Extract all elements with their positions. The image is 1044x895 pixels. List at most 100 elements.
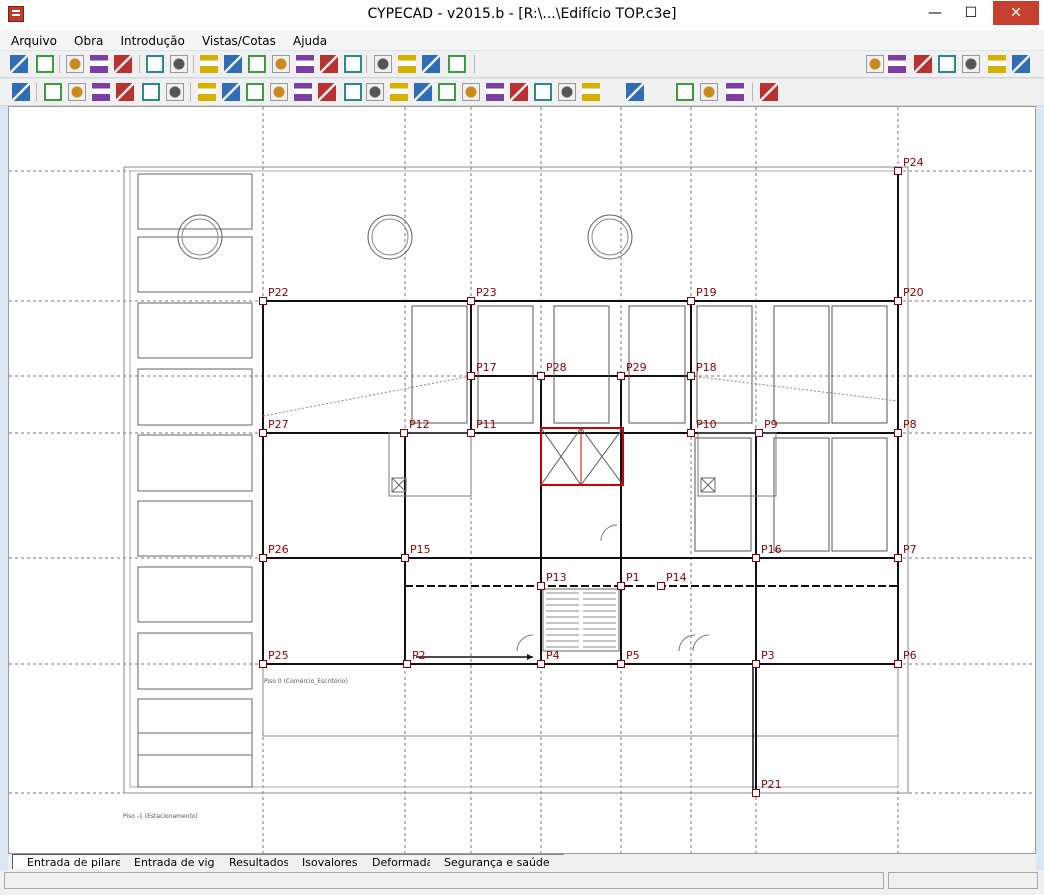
- floor-minus1-inner-outline: [129, 170, 899, 788]
- redo-icon[interactable]: [170, 55, 188, 73]
- column-p22[interactable]: [259, 297, 267, 305]
- pan-icon[interactable]: [320, 55, 338, 73]
- binoculars-icon[interactable]: [374, 55, 392, 73]
- help-icon[interactable]: [866, 55, 884, 73]
- sections-icon[interactable]: [726, 83, 744, 101]
- menu-ajuda[interactable]: Ajuda: [287, 31, 333, 48]
- column-p28[interactable]: [537, 372, 545, 380]
- column-p12[interactable]: [400, 429, 408, 437]
- column-data-icon[interactable]: [92, 83, 110, 101]
- column-p7[interactable]: [894, 554, 902, 562]
- adjust-icon[interactable]: [318, 83, 336, 101]
- column-p15[interactable]: [401, 554, 409, 562]
- measure-icon[interactable]: [448, 55, 466, 73]
- formula-icon[interactable]: [582, 83, 600, 101]
- column-p18[interactable]: [687, 372, 695, 380]
- add-wall-icon[interactable]: [222, 83, 240, 101]
- column-p3[interactable]: [752, 660, 760, 668]
- column-p5[interactable]: [617, 660, 625, 668]
- settings-icon[interactable]: [988, 55, 1006, 73]
- joint-icon[interactable]: [534, 83, 552, 101]
- save-icon[interactable]: [36, 55, 54, 73]
- move-column-icon[interactable]: [166, 83, 184, 101]
- column-p6[interactable]: [894, 660, 902, 668]
- column-p8[interactable]: [894, 429, 902, 437]
- column-p13[interactable]: [537, 582, 545, 590]
- foundation-icon[interactable]: [486, 83, 504, 101]
- view-3d-icon[interactable]: [344, 55, 362, 73]
- angle-icon[interactable]: [390, 83, 408, 101]
- search-icon[interactable]: [414, 83, 432, 101]
- edit-column-icon[interactable]: [68, 83, 86, 101]
- axis-icon[interactable]: [398, 55, 416, 73]
- print-icon[interactable]: [914, 55, 932, 73]
- floor-icon[interactable]: [700, 83, 718, 101]
- column-p1[interactable]: [617, 582, 625, 590]
- redraw-icon[interactable]: [272, 55, 290, 73]
- table-icon[interactable]: [90, 55, 108, 73]
- menu-vistas-cotas[interactable]: Vistas/Cotas: [196, 31, 282, 48]
- load-icon[interactable]: [558, 83, 576, 101]
- zoom-dynamic-icon[interactable]: [296, 55, 314, 73]
- parking-bay: [137, 368, 253, 426]
- zoom-extents-icon[interactable]: [248, 55, 266, 73]
- globe-icon[interactable]: [888, 55, 906, 73]
- column-p24[interactable]: [894, 167, 902, 175]
- menu-arquivo[interactable]: Arquivo: [5, 31, 63, 48]
- exit-icon[interactable]: [1012, 55, 1030, 73]
- undo-icon[interactable]: [146, 55, 164, 73]
- column-p21[interactable]: [752, 789, 760, 797]
- column-p25[interactable]: [259, 660, 267, 668]
- column-label-p13: P13: [546, 571, 567, 584]
- column-end-icon[interactable]: [142, 83, 160, 101]
- report-icon[interactable]: [66, 55, 84, 73]
- export-icon[interactable]: [938, 55, 956, 73]
- column-label-p24: P24: [903, 156, 924, 169]
- menu-introducao[interactable]: Introdução: [114, 31, 190, 48]
- column-p27[interactable]: [259, 429, 267, 437]
- select-icon[interactable]: [200, 55, 218, 73]
- floor-plan[interactable]: Piso 0 (Comércio_Escritório) Piso -1 (Est…: [9, 107, 1036, 854]
- toolbar-separator: [193, 55, 194, 73]
- column-p29[interactable]: [617, 372, 625, 380]
- menu-obra[interactable]: Obra: [68, 31, 109, 48]
- grey-icon[interactable]: [626, 83, 644, 101]
- column-p10[interactable]: [687, 429, 695, 437]
- close-button[interactable]: ✕: [993, 1, 1039, 25]
- add-beam-icon[interactable]: [246, 83, 264, 101]
- drawing-canvas[interactable]: Piso 0 (Comércio_Escritório) Piso -1 (Est…: [8, 106, 1036, 854]
- column-p11[interactable]: [467, 429, 475, 437]
- raise-column-icon[interactable]: [198, 83, 216, 101]
- column-p17[interactable]: [467, 372, 475, 380]
- import-icon[interactable]: [962, 55, 980, 73]
- column-p14[interactable]: [657, 582, 665, 590]
- edit-beam-icon[interactable]: [270, 83, 288, 101]
- column-p2[interactable]: [403, 660, 411, 668]
- columns-list-icon[interactable]: [12, 83, 30, 101]
- level-icon[interactable]: [422, 55, 440, 73]
- delete-column-icon[interactable]: [294, 83, 312, 101]
- parking-bay: [137, 566, 253, 623]
- column-p19[interactable]: [687, 297, 695, 305]
- reference-icon[interactable]: [438, 83, 456, 101]
- column-p4[interactable]: [537, 660, 545, 668]
- add-column-icon[interactable]: [44, 83, 62, 101]
- report-columns-icon[interactable]: [676, 83, 694, 101]
- tab-seguranca-e-saude[interactable]: Segurança e saúde: [430, 854, 564, 869]
- stairs-icon[interactable]: [760, 83, 778, 101]
- rotate-icon[interactable]: [366, 83, 384, 101]
- magnet-icon[interactable]: [114, 55, 132, 73]
- column-p26[interactable]: [259, 554, 267, 562]
- open-folder-icon[interactable]: [10, 55, 28, 73]
- zoom-window-icon[interactable]: [224, 55, 242, 73]
- column-p23[interactable]: [467, 297, 475, 305]
- maximize-button[interactable]: ☐: [954, 1, 988, 25]
- support-icon[interactable]: [462, 83, 480, 101]
- column-start-icon[interactable]: [116, 83, 134, 101]
- column-p20[interactable]: [894, 297, 902, 305]
- copy-icon[interactable]: [344, 83, 362, 101]
- split-icon[interactable]: [510, 83, 528, 101]
- column-p9[interactable]: [755, 429, 763, 437]
- minimize-button[interactable]: —: [918, 1, 952, 25]
- column-p16[interactable]: [752, 554, 760, 562]
